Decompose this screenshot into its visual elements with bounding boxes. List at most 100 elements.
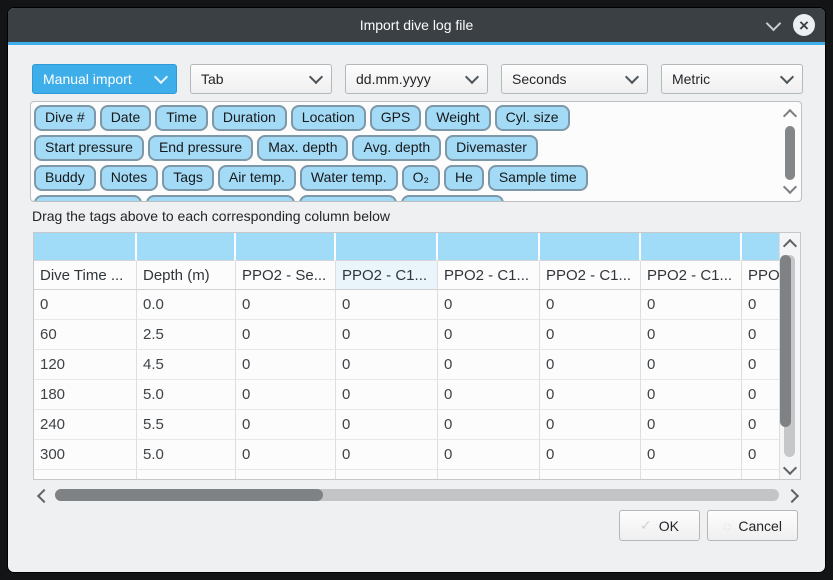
chevron-down-icon	[625, 70, 639, 84]
scrollbar-thumb[interactable]	[780, 255, 791, 427]
scrollbar-thumb[interactable]	[55, 489, 323, 501]
drop-target-cell[interactable]	[236, 233, 336, 261]
column-header[interactable]: Dive Time ...	[34, 261, 137, 290]
tag-duration[interactable]: Duration	[212, 105, 287, 131]
drop-target-cell[interactable]	[641, 233, 742, 261]
table-row: 240 5.5 0 0 0 0 0 0	[34, 410, 780, 440]
table-cell	[34, 470, 137, 479]
tag-avg-depth[interactable]: Avg. depth	[352, 135, 441, 161]
scroll-left-icon[interactable]	[37, 489, 51, 503]
column-header[interactable]: PPO2 - Se...	[236, 261, 336, 290]
column-header[interactable]: PPO2 - C1...	[438, 261, 540, 290]
table-row: 180 5.0 0 0 0 0 0 0	[34, 380, 780, 410]
table-cell: 0	[540, 290, 641, 320]
tag-location[interactable]: Location	[291, 105, 366, 131]
tag-pool-vertical-scrollbar[interactable]	[781, 104, 799, 199]
tag-buddy[interactable]: Buddy	[34, 165, 96, 191]
drop-target-cell[interactable]	[540, 233, 641, 261]
field-separator-value: Tab	[201, 71, 224, 87]
table-cell	[137, 470, 236, 479]
table-cell: 0	[641, 440, 742, 470]
drop-target-cell[interactable]	[742, 233, 780, 261]
drop-target-cell[interactable]	[336, 233, 438, 261]
tag-notes[interactable]: Notes	[100, 165, 159, 191]
scroll-down-icon[interactable]	[783, 461, 797, 475]
drop-target-row	[34, 233, 780, 261]
table-cell: 0	[336, 380, 438, 410]
column-header[interactable]: PPO2	[742, 261, 780, 290]
table-cell: 120	[34, 350, 137, 380]
table-cell: 0	[438, 350, 540, 380]
table-cell	[438, 470, 540, 479]
tag-time[interactable]: Time	[155, 105, 208, 131]
import-mode-combobox[interactable]: Manual import	[32, 64, 177, 94]
tag-sample-depth[interactable]: Sample depth	[34, 195, 142, 202]
tag-tags[interactable]: Tags	[162, 165, 214, 191]
ok-button[interactable]: ✓ OK	[619, 510, 700, 541]
tag-sample-time[interactable]: Sample time	[488, 165, 588, 191]
tag-dive-number[interactable]: Dive #	[34, 105, 96, 131]
table-vertical-scrollbar[interactable]	[779, 233, 800, 479]
scrollbar-track[interactable]	[55, 489, 779, 501]
accent-line	[8, 42, 825, 45]
field-separator-combobox[interactable]: Tab	[190, 64, 332, 94]
dialog-buttons: ✓ OK ◌ Cancel	[619, 510, 798, 541]
tag-sample-cns[interactable]: Sample CNS	[401, 195, 504, 202]
date-format-combobox[interactable]: dd.mm.yyyy	[345, 64, 488, 94]
table-cell: 0	[641, 320, 742, 350]
table-cell: 0	[34, 290, 137, 320]
drop-target-cell[interactable]	[34, 233, 137, 261]
tag-air-temp[interactable]: Air temp.	[218, 165, 296, 191]
tag-he[interactable]: He	[444, 165, 484, 191]
table-cell: 0	[336, 440, 438, 470]
column-header[interactable]: PPO2 - C1...	[540, 261, 641, 290]
table-cell: 0	[438, 440, 540, 470]
cancel-button[interactable]: ◌ Cancel	[707, 510, 798, 541]
tag-sample-po2[interactable]: Sample pO₂	[299, 195, 396, 202]
titlebar[interactable]: Import dive log file ×	[8, 8, 825, 42]
tag-max-depth[interactable]: Max. depth	[257, 135, 348, 161]
table-cell: 0.0	[137, 290, 236, 320]
scrollbar-thumb[interactable]	[785, 126, 795, 180]
tag-divemaster[interactable]: Divemaster	[445, 135, 538, 161]
close-icon: ×	[799, 17, 809, 34]
close-button[interactable]: ×	[793, 14, 815, 36]
duration-format-combobox[interactable]: Seconds	[501, 64, 648, 94]
column-header[interactable]: Depth (m)	[137, 261, 236, 290]
scroll-up-icon[interactable]	[783, 109, 797, 123]
table-cell: 0	[641, 290, 742, 320]
titlebar-menu-chevron-icon[interactable]	[766, 15, 782, 31]
tag-row: Dive # Date Time Duration Location GPS W…	[34, 105, 779, 131]
drop-target-cell[interactable]	[137, 233, 236, 261]
table-cell: 0	[236, 410, 336, 440]
tag-sample-temperature[interactable]: Sample temperature	[146, 195, 295, 202]
tag-end-pressure[interactable]: End pressure	[148, 135, 253, 161]
table-cell: 0	[236, 320, 336, 350]
table-cell: 4.5	[137, 350, 236, 380]
table-cell: 0	[236, 380, 336, 410]
table-cell: 0	[540, 440, 641, 470]
table-cell: 0	[236, 440, 336, 470]
units-combobox[interactable]: Metric	[661, 64, 803, 94]
tag-cyl-size[interactable]: Cyl. size	[495, 105, 570, 131]
scroll-up-icon[interactable]	[783, 239, 797, 253]
column-header[interactable]: PPO2 - C1...	[336, 261, 438, 290]
table-cell: 60	[34, 320, 137, 350]
table-cell	[540, 470, 641, 479]
date-format-value: dd.mm.yyyy	[356, 71, 431, 87]
tag-water-temp[interactable]: Water temp.	[300, 165, 398, 191]
table-cell: 240	[34, 410, 137, 440]
scroll-right-icon[interactable]	[785, 489, 799, 503]
table-cell: 5.0	[137, 380, 236, 410]
drop-target-cell[interactable]	[438, 233, 540, 261]
tag-o2[interactable]: O₂	[402, 165, 440, 191]
table-cell: 2.5	[137, 320, 236, 350]
column-header[interactable]: PPO2 - C1...	[641, 261, 742, 290]
tag-weight[interactable]: Weight	[425, 105, 490, 131]
table-horizontal-scrollbar[interactable]	[33, 486, 801, 504]
scroll-down-icon[interactable]	[783, 180, 797, 194]
tag-start-pressure[interactable]: Start pressure	[34, 135, 144, 161]
chevron-down-icon	[154, 70, 168, 84]
tag-gps[interactable]: GPS	[370, 105, 422, 131]
tag-date[interactable]: Date	[100, 105, 152, 131]
